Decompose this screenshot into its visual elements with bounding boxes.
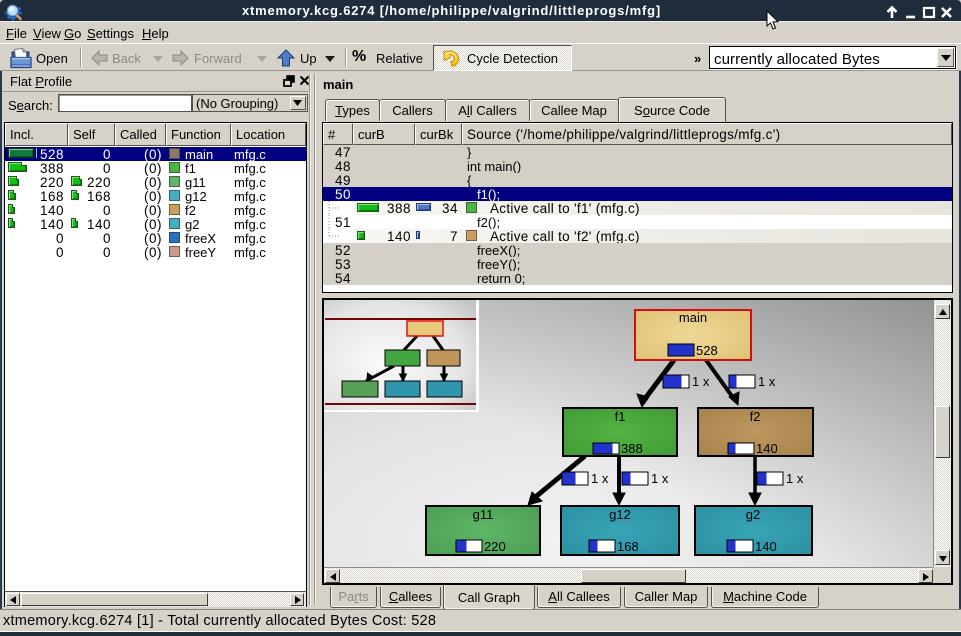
svg-text:140: 140 xyxy=(755,539,777,554)
svg-text:g2: g2 xyxy=(746,507,760,522)
svg-text:528: 528 xyxy=(696,343,718,358)
svg-text:g11: g11 xyxy=(473,507,494,522)
svg-text:388: 388 xyxy=(621,441,643,456)
svg-text:1 x: 1 x xyxy=(692,374,710,389)
svg-text:1 x: 1 x xyxy=(786,471,804,486)
svg-text:f1: f1 xyxy=(615,409,626,424)
svg-text:g12: g12 xyxy=(609,507,631,522)
svg-text:1 x: 1 x xyxy=(651,471,669,486)
svg-text:main: main xyxy=(679,310,707,325)
svg-text:f2: f2 xyxy=(750,409,761,424)
svg-text:168: 168 xyxy=(617,539,639,554)
svg-text:1 x: 1 x xyxy=(591,471,609,486)
svg-text:140: 140 xyxy=(756,441,778,456)
svg-text:1 x: 1 x xyxy=(758,374,776,389)
svg-text:220: 220 xyxy=(484,539,506,554)
